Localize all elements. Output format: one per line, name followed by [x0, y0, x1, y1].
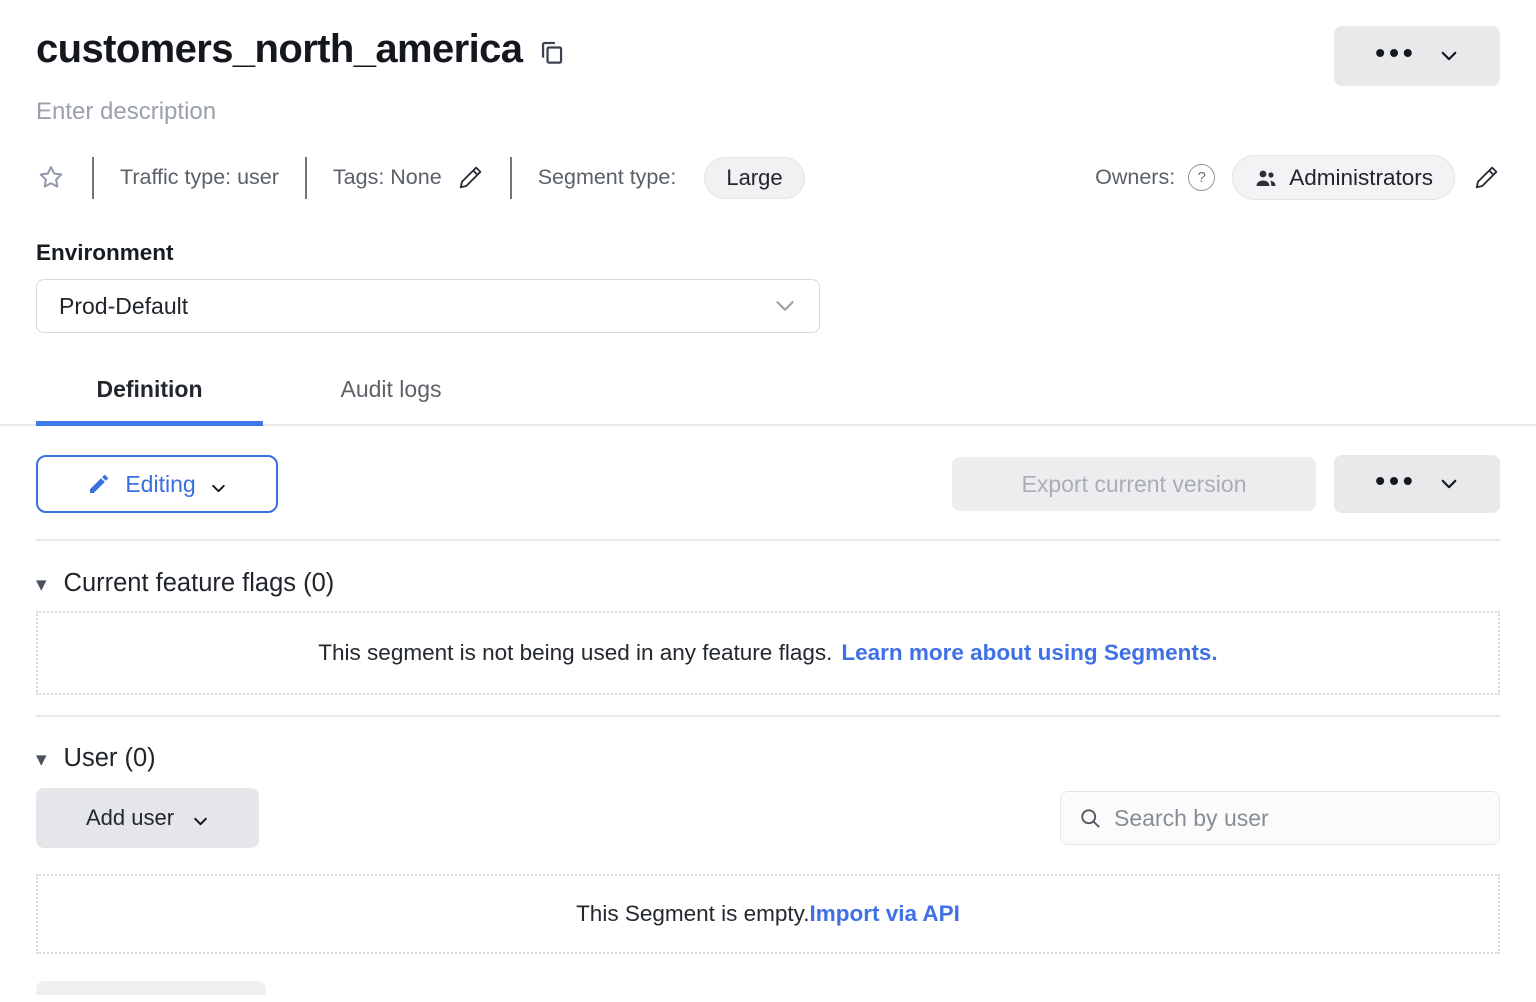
help-icon[interactable]: ? [1188, 164, 1215, 191]
search-by-user-input[interactable] [1114, 805, 1482, 832]
segment-type-label: Segment type: [538, 165, 677, 190]
tags-label: Tags: None [333, 165, 442, 190]
definition-toolbar: Editing Export current version ••• [36, 455, 1500, 513]
description-field[interactable]: Enter description [36, 98, 1500, 126]
search-icon [1078, 806, 1103, 831]
tags: Tags: None [333, 164, 484, 191]
meta-bar: Traffic type: user Tags: None Segment ty… [36, 155, 1500, 200]
learn-more-link[interactable]: Learn more about using Segments. [841, 640, 1217, 666]
feature-flags-empty-state: This segment is not being used in any fe… [36, 611, 1500, 695]
segment-page: customers_north_america ••• Enter descri… [0, 0, 1536, 995]
segment-type-badge: Large [704, 157, 804, 199]
feature-flags-empty-message: This segment is not being used in any fe… [318, 640, 832, 666]
divider [305, 157, 307, 199]
tab-definition[interactable]: Definition [36, 355, 263, 426]
title-wrap: customers_north_america [36, 26, 565, 72]
collapse-triangle-icon: ▾ [36, 574, 47, 595]
editing-status-button[interactable]: Editing [36, 455, 278, 513]
environment-select[interactable]: Prod-Default [36, 279, 820, 333]
user-empty-state: This Segment is empty. Import via API [36, 874, 1500, 954]
chevron-down-icon [1439, 474, 1459, 494]
environment-label: Environment [36, 240, 1500, 266]
people-icon [1254, 166, 1278, 190]
segment-type: Segment type: Large [538, 157, 805, 199]
divider [510, 157, 512, 199]
edit-tags-icon[interactable] [457, 164, 484, 191]
owners-value: Administrators [1289, 165, 1433, 191]
chevron-down-icon [773, 294, 797, 318]
editing-status-label: Editing [125, 471, 195, 498]
add-user-button[interactable]: Add user [36, 788, 259, 848]
pencil-icon [87, 472, 111, 496]
definition-more-menu-button[interactable]: ••• [1334, 455, 1500, 513]
export-current-version-button[interactable]: Export current version [952, 457, 1316, 511]
owners-label: Owners: [1095, 165, 1175, 190]
chevron-down-icon [1439, 46, 1459, 66]
user-empty-message: This Segment is empty. [576, 901, 809, 927]
page-header: customers_north_america ••• [36, 26, 1500, 86]
star-icon[interactable] [36, 163, 66, 193]
tab-audit-logs[interactable]: Audit logs [321, 355, 461, 426]
chevron-down-icon [210, 476, 227, 493]
environment-selected-value: Prod-Default [59, 293, 188, 320]
divider [36, 539, 1500, 541]
owners-chip: Administrators [1232, 155, 1455, 200]
cutoff-element [36, 981, 266, 995]
import-via-api-link[interactable]: Import via API [809, 901, 959, 927]
user-section-title: User (0) [64, 744, 156, 773]
owners-group: Owners: ? Administrators [1095, 155, 1500, 200]
user-toolbar: Add user [36, 788, 1500, 848]
feature-flags-section-title: Current feature flags (0) [64, 569, 335, 598]
header-more-menu-button[interactable]: ••• [1334, 26, 1500, 86]
edit-owners-icon[interactable] [1473, 164, 1500, 191]
divider [92, 157, 94, 199]
page-title: customers_north_america [36, 26, 522, 72]
feature-flags-section-header[interactable]: ▾ Current feature flags (0) [36, 569, 1500, 598]
divider [36, 715, 1500, 717]
chevron-down-icon [192, 810, 209, 827]
add-user-label: Add user [86, 805, 174, 831]
search-by-user-box [1060, 791, 1500, 845]
copy-icon[interactable] [538, 39, 565, 66]
user-section-header[interactable]: ▾ User (0) [36, 744, 1500, 773]
traffic-type: Traffic type: user [120, 165, 279, 190]
toolbar-right: Export current version ••• [952, 455, 1500, 513]
collapse-triangle-icon: ▾ [36, 749, 47, 770]
tab-bar: Definition Audit logs [36, 355, 1500, 426]
